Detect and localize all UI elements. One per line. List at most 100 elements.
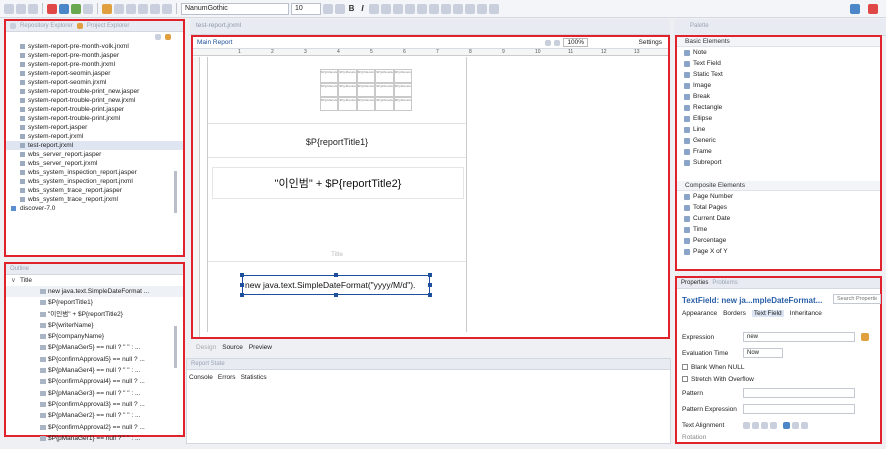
valign-middle-icon[interactable] — [792, 422, 799, 429]
tab-errors[interactable]: Errors — [218, 374, 236, 381]
bold-button[interactable]: B — [347, 4, 356, 13]
report-title1-field[interactable]: $P{reportTitle1} — [208, 137, 466, 147]
palette-basic-item[interactable]: Image — [677, 80, 880, 91]
tree-item[interactable]: test-report.jrxml — [6, 141, 183, 150]
tree-item-discover[interactable]: discover-7.0 — [6, 204, 183, 213]
palette-basic-item[interactable]: Rectangle — [677, 102, 880, 113]
tab-source[interactable]: Source — [222, 344, 243, 354]
table-cell[interactable]: $P{pManaGer5} — [338, 97, 357, 111]
align-justify-icon[interactable] — [405, 3, 415, 14]
tree-item[interactable]: system-report-seomin.jrxml — [6, 78, 183, 87]
tree-item[interactable]: wbs_server_report.jasper — [6, 150, 183, 159]
palette-basic-item[interactable]: Line — [677, 124, 880, 135]
composite-elements-header[interactable]: Composite Elements — [677, 181, 880, 191]
checkbox-icon[interactable] — [682, 364, 688, 370]
compile-icon[interactable] — [71, 3, 81, 14]
valign-middle-icon[interactable] — [429, 3, 439, 14]
tree-item[interactable]: system-report-seomin.jasper — [6, 69, 183, 78]
palette-basic-item[interactable]: Note — [677, 47, 880, 58]
search-properties-input[interactable] — [833, 294, 881, 304]
outline-item[interactable]: $P{companyName} — [6, 331, 183, 342]
tab-console[interactable]: Console — [189, 374, 213, 381]
increase-font-icon[interactable] — [323, 3, 333, 14]
table-cell[interactable]: $P{pManaGer5} — [338, 69, 357, 83]
table-cell[interactable]: $P{pManaGer5} — [375, 69, 394, 83]
pattern-expression-field[interactable] — [743, 404, 855, 414]
expression-editor-icon[interactable] — [861, 333, 869, 341]
resize-handle[interactable] — [240, 283, 244, 287]
font-family-select[interactable]: NanumGothic — [181, 2, 289, 15]
align-right-icon[interactable] — [393, 3, 403, 14]
table-cell[interactable]: $P{pManaGer5} — [375, 97, 394, 111]
resize-handle[interactable] — [240, 273, 244, 277]
tab-main-report[interactable]: Main Report — [197, 39, 232, 46]
outline-item[interactable]: $P{pManaGer5} == null ? " " : ... — [6, 342, 183, 353]
zoom-out-icon[interactable] — [554, 39, 561, 46]
redo-icon[interactable] — [489, 3, 499, 14]
wand-icon[interactable] — [126, 3, 136, 14]
save-all-icon[interactable] — [28, 3, 38, 14]
tab-design[interactable]: Design — [196, 344, 216, 354]
outline-item[interactable]: $P{pManaGer4} == null ? " " : ... — [6, 365, 183, 376]
valign-top-icon[interactable] — [783, 422, 790, 429]
tree-item[interactable]: system-report-trouble-print_new.jasper — [6, 87, 183, 96]
collapse-all-icon[interactable] — [155, 34, 161, 40]
outline-item[interactable]: $P{confirmApproval4} == null ? ... — [6, 376, 183, 387]
tab-repository-explorer[interactable]: Repository Explorer — [20, 23, 73, 29]
align-right-icon[interactable] — [761, 422, 768, 429]
basic-elements-header[interactable]: Basic Elements — [677, 37, 880, 47]
resize-handle[interactable] — [334, 273, 338, 277]
outline-item[interactable]: $P{confirmApproval3} == null ? ... — [6, 399, 183, 410]
palette-basic-item[interactable]: Text Field — [677, 58, 880, 69]
table-cell[interactable]: $P{pManaGer5} — [320, 69, 339, 83]
palette-basic-item[interactable]: Frame — [677, 146, 880, 157]
align-left-icon[interactable] — [743, 422, 750, 429]
stretch-overflow-checkbox[interactable]: Stretch With Overflow — [682, 376, 754, 383]
valign-top-icon[interactable] — [417, 3, 427, 14]
tree-item[interactable]: wbs_system_trace_report.jasper — [6, 186, 183, 195]
expression-field[interactable]: new — [743, 332, 855, 342]
outline-item[interactable]: $P{pManaGer1} == null ? " " : ... — [6, 433, 183, 444]
table-cell[interactable]: $P{pManaGer5} — [338, 83, 357, 97]
tab-properties[interactable]: Properties — [681, 280, 708, 286]
table-cell[interactable]: $P{pManaGer5} — [356, 97, 376, 111]
tree-item[interactable]: wbs_system_inspection_report.jrxml — [6, 177, 183, 186]
undo-icon[interactable] — [477, 3, 487, 14]
table-cell[interactable]: $P{pManaGer5} — [393, 97, 412, 111]
outline-item[interactable]: $P{confirmApproval2} == null ? ... — [6, 422, 183, 433]
resize-handle[interactable] — [428, 293, 432, 297]
outline-root[interactable]: ∨ Title — [6, 275, 183, 286]
tree-item[interactable]: system-report-trouble-print.jasper — [6, 105, 183, 114]
resize-handle[interactable] — [334, 293, 338, 297]
tree-item[interactable]: system-report-trouble-print_new.jrxml — [6, 96, 183, 105]
tab-project-explorer[interactable]: Project Explorer — [87, 23, 130, 29]
table-cell[interactable]: $P{pManaGer5} — [356, 83, 376, 97]
palette-basic-item[interactable]: Generic — [677, 135, 880, 146]
tab-report-state[interactable]: Report State — [191, 361, 225, 367]
tree-item[interactable]: system-report-pre-month-volk.jrxml — [6, 42, 183, 51]
forward-icon[interactable] — [150, 3, 160, 14]
resize-handle[interactable] — [428, 273, 432, 277]
tree-item[interactable]: system-report-trouble-print.jrxml — [6, 114, 183, 123]
tree-item[interactable]: wbs_system_inspection_report.jasper — [6, 168, 183, 177]
align-center-icon[interactable] — [381, 3, 391, 14]
layout-icon[interactable] — [453, 3, 463, 14]
save-icon[interactable] — [16, 3, 26, 14]
italic-button[interactable]: I — [358, 4, 367, 13]
palette-composite-item[interactable]: Time — [677, 224, 880, 235]
valign-bottom-icon[interactable] — [801, 422, 808, 429]
palette-composite-item[interactable]: Total Pages — [677, 202, 880, 213]
tab-text-field[interactable]: Text Field — [751, 310, 784, 317]
nav-icon[interactable] — [162, 3, 172, 14]
print-icon[interactable] — [83, 3, 93, 14]
tree-item[interactable]: wbs_server_report.jrxml — [6, 159, 183, 168]
outline-item[interactable]: $P{writerName} — [6, 320, 183, 331]
table-cell[interactable]: $P{pManaGer5} — [320, 97, 339, 111]
outline-item[interactable]: $P{pManaGer3} == null ? " " : ... — [6, 388, 183, 399]
settings-button[interactable]: Settings — [639, 39, 663, 46]
zoom-in-icon[interactable] — [545, 39, 552, 46]
tab-appearance[interactable]: Appearance — [682, 310, 717, 317]
font-size-select[interactable]: 10 — [291, 2, 321, 15]
tree-item[interactable]: system-report.jasper — [6, 123, 183, 132]
tab-inheritance[interactable]: Inheritance — [790, 310, 822, 317]
